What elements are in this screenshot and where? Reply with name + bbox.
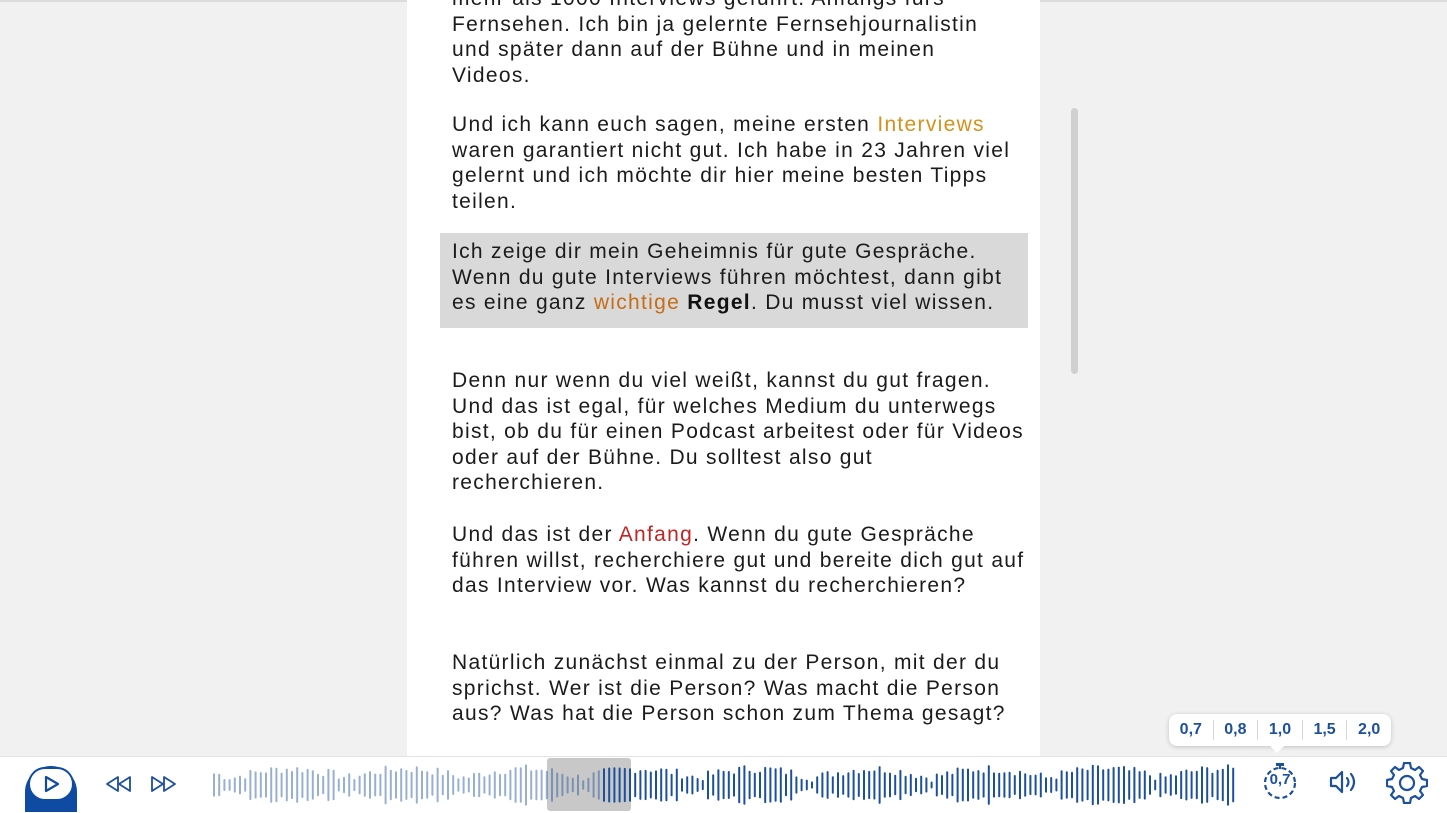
vocab-word-wichtige[interactable]: wichtige (594, 291, 680, 314)
paragraph-1-line-3: und später dann auf der Bühne und in mei… (452, 38, 936, 62)
speed-option-0-7[interactable]: 0,7 (1169, 720, 1214, 740)
rewind-button[interactable] (104, 774, 132, 799)
speed-popup: 0,7 0,8 1,0 1,5 2,0 (1169, 714, 1391, 746)
volume-button[interactable] (1328, 770, 1362, 798)
settings-button[interactable] (1385, 761, 1429, 809)
scrollbar-thumb[interactable] (1071, 108, 1078, 374)
paragraph-5-text-a: Und das ist der (452, 523, 619, 546)
speed-option-2-0[interactable]: 2,0 (1347, 720, 1391, 740)
paragraph-4[interactable]: Denn nur wenn du viel weißt, kannst du g… (452, 368, 1027, 496)
paragraph-1[interactable]: mehr als 1000 Interviews geführt. Anfang… (452, 0, 1027, 88)
paragraph-5[interactable]: Und das ist der Anfang. Wenn du gute Ges… (452, 522, 1027, 599)
paragraph-2[interactable]: Und ich kann euch sagen, meine ersten In… (452, 112, 1027, 214)
paragraph-1-line-2: Fernsehen. Ich bin ja gelernte Fernsehjo… (452, 12, 979, 36)
speed-option-0-8[interactable]: 0,8 (1214, 720, 1259, 740)
vocab-word-interviews[interactable]: Interviews (877, 113, 985, 136)
current-speed-label: 0,7 (1269, 771, 1291, 788)
paragraph-6[interactable]: Natürlich zunächst einmal zu der Person,… (452, 650, 1027, 727)
scrollbar[interactable] (1071, 108, 1079, 374)
bold-word-regel: Regel (687, 291, 751, 315)
speed-popup-caret (1270, 746, 1284, 753)
paragraph-1-line-4: Videos. (452, 63, 531, 87)
gear-icon (1385, 761, 1429, 809)
vocab-word-anfang[interactable]: Anfang (619, 523, 693, 546)
paragraph-3-text-b: . Du musst viel wissen. (750, 291, 995, 315)
play-icon (27, 766, 75, 807)
paragraph-2-text-a: Und ich kann euch sagen, meine ersten (452, 113, 878, 136)
rewind-icon (104, 774, 132, 799)
paragraph-3-highlighted[interactable]: Ich zeige dir mein Geheimnis für gute Ge… (440, 233, 1028, 328)
play-button[interactable] (27, 766, 75, 807)
paragraph-2-text-b: waren garantiert nicht gut. Ich habe in … (452, 138, 1011, 213)
audio-player-bar (0, 756, 1447, 813)
volume-icon (1328, 768, 1362, 801)
speed-option-1-0[interactable]: 1,0 (1258, 720, 1303, 740)
speed-option-1-5[interactable]: 1,5 (1303, 720, 1348, 740)
fast-forward-button[interactable] (150, 774, 178, 799)
paragraph-1-line-1: mehr als 1000 Interviews geführt. Anfang… (452, 0, 945, 10)
fast-forward-icon (150, 774, 178, 799)
transcript-page: mehr als 1000 Interviews geführt. Anfang… (407, 0, 1040, 760)
